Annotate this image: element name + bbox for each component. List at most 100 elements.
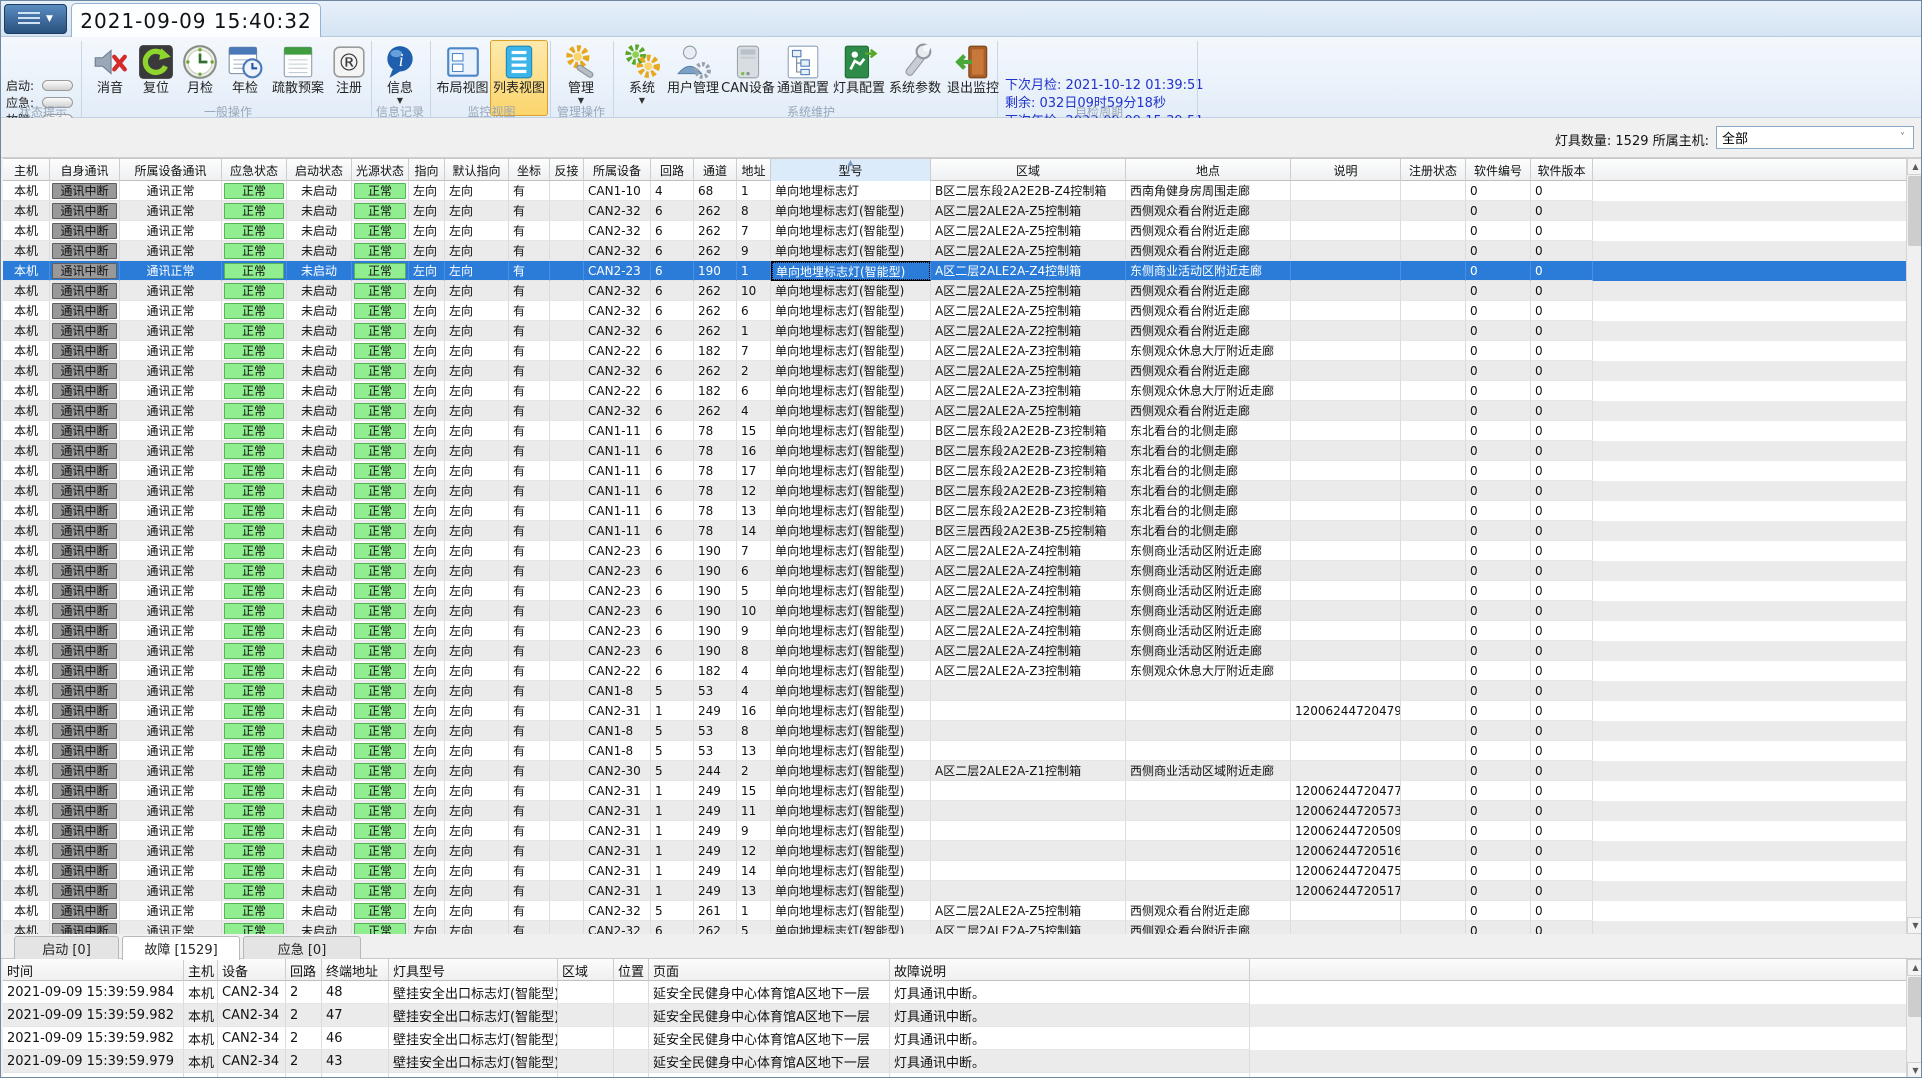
table-row[interactable]: 本机 通讯中断 通讯正常 正常 未启动 正常 左向 左向有 CAN2-23 6 190 1 单向地埋标志… [3, 261, 1907, 281]
table-row[interactable]: 本机 通讯中断 通讯正常 正常 未启动 正常 左向 左向有 CAN2-23 6 190 10 单向地埋标… [3, 601, 1907, 621]
fault-column-header-taddr[interactable]: 终端地址 [322, 959, 389, 981]
table-row[interactable]: 本机 通讯中断 通讯正常 正常 未启动 正常 左向 左向有 CAN1-8 5 53 13 单向地埋标志灯… [3, 741, 1907, 761]
table-row[interactable]: 本机 通讯中断 通讯正常 正常 未启动 正常 左向 左向有 CAN2-32 6 262 4 单向地埋标志… [3, 401, 1907, 421]
table-row[interactable]: 本机 通讯中断 通讯正常 正常 未启动 正常 左向 左向有 CAN2-23 6 190 7 单向地埋标志… [3, 541, 1907, 561]
cell-dir: 左向 [409, 741, 445, 761]
table-row[interactable]: 本机 通讯中断 通讯正常 正常 未启动 正常 左向 左向有 CAN2-30 5 244 2 单向地埋标志… [3, 761, 1907, 781]
column-header-comm_dev[interactable]: 所属设备通讯 [120, 159, 222, 181]
column-header-ch[interactable]: 通道 [694, 159, 737, 181]
scroll-up-icon[interactable]: ▲ [1907, 959, 1921, 976]
column-header-start[interactable]: 启动状态 [287, 159, 352, 181]
table-row[interactable]: 本机 通讯中断 通讯正常 正常 未启动 正常 左向 左向有 CAN2-31 1 249 13 单向地埋标… [3, 881, 1907, 901]
column-header-dir[interactable]: 指向 [409, 159, 445, 181]
fault-column-header-time[interactable]: 时间 [3, 959, 184, 981]
table-row[interactable]: 本机 通讯中断 通讯正常 正常 未启动 正常 左向 左向有 CAN2-32 6 262 9 单向地埋标志… [3, 241, 1907, 261]
fault-row[interactable]: 2021-09-09 15:39:59.978本机CAN2-34242壁挂安全出… [3, 1073, 1907, 1077]
fault-column-header-pos[interactable]: 位置 [614, 959, 649, 981]
table-row[interactable]: 本机 通讯中断 通讯正常 正常 未启动 正常 左向 左向有 CAN2-23 6 190 9 单向地埋标志… [3, 621, 1907, 641]
fault-row[interactable]: 2021-09-09 15:39:59.982 本机 CAN2-34 2 46 壁挂安全出… [3, 1027, 1907, 1050]
table-row[interactable]: 本机 通讯中断 通讯正常 正常 未启动 正常 左向 左向有 CAN2-31 1 249 11 单向地埋标… [3, 801, 1907, 821]
table-row[interactable]: 本机 通讯中断 通讯正常 正常 未启动 正常 左向 左向有 CAN2-22 6 182 6 单向地埋标志… [3, 381, 1907, 401]
column-header-coord[interactable]: 坐标 [509, 159, 550, 181]
column-header-dir_def[interactable]: 默认指向 [445, 159, 509, 181]
table-row[interactable]: 本机 通讯中断 通讯正常 正常 未启动 正常 左向 左向有 CAN2-31 1 249 16 单向地埋标… [3, 701, 1907, 721]
fault-cell-loop: 2 [286, 981, 322, 1004]
fault-column-header-page[interactable]: 页面 [649, 959, 890, 981]
table-row[interactable]: 本机 通讯中断 通讯正常 正常 未启动 正常 左向 左向有 CAN2-32 6 262 6 单向地埋标志… [3, 301, 1907, 321]
table-row[interactable]: 本机 通讯中断 通讯正常 正常 未启动 正常 左向 左向有 CAN2-31 1 249 12 单向地埋标… [3, 841, 1907, 861]
table-row[interactable]: 本机 通讯中断 通讯正常 正常 未启动 正常 左向 左向有 CAN2-32 6 262 1 单向地埋标志… [3, 321, 1907, 341]
table-row[interactable]: 本机 通讯中断 通讯正常 正常 未启动 正常 左向 左向有 CAN2-32 6 262 7 单向地埋标志… [3, 221, 1907, 241]
column-header-area[interactable]: 区域 [931, 159, 1126, 181]
host-select[interactable]: 全部 ˅ [1716, 126, 1914, 149]
cell-light: 正常 [352, 401, 409, 421]
table-row[interactable]: 本机 通讯中断 通讯正常 正常 未启动 正常 左向 左向有 CAN2-31 1 249 9 单向地埋标志… [3, 821, 1907, 841]
fault-column-header-fault[interactable]: 故障说明 [890, 959, 1250, 981]
scroll-up-icon[interactable]: ▲ [1907, 158, 1921, 175]
column-header-loc[interactable]: 地点 [1126, 159, 1291, 181]
main-scrollbar[interactable]: ▲ ▼ [1906, 158, 1921, 934]
table-row[interactable]: 本机 通讯中断 通讯正常 正常 未启动 正常 左向 左向有 CAN1-8 5 53 8 单向地埋标志灯(… [3, 721, 1907, 741]
table-row[interactable]: 本机 通讯中断 通讯正常 正常 未启动 正常 左向 左向有 CAN2-32 5 261 1 单向地埋标志… [3, 901, 1907, 921]
fault-row[interactable]: 2021-09-09 15:39:59.984 本机 CAN2-34 2 48 壁挂安全出… [3, 981, 1907, 1004]
table-row[interactable]: 本机 通讯中断 通讯正常 正常 未启动 正常 左向 左向有 CAN1-11 6 78 14 单向地埋标志… [3, 521, 1907, 541]
column-header-note[interactable]: 说明 [1291, 159, 1401, 181]
table-row[interactable]: 本机 通讯中断 通讯正常 正常 未启动 正常 左向 左向有 CAN2-22 6 182 7 单向地埋标志… [3, 341, 1907, 361]
table-row[interactable]: 本机 通讯中断 通讯正常 正常 未启动 正常 左向 左向有 CAN2-31 1 249 14 单向地埋标… [3, 861, 1907, 881]
fault-row[interactable]: 2021-09-09 15:39:59.982 本机 CAN2-34 2 47 壁挂安全出… [3, 1004, 1907, 1027]
column-header-reg[interactable]: 注册状态 [1401, 159, 1466, 181]
scrollbar-thumb[interactable] [1908, 977, 1921, 1017]
column-header-comm_self[interactable]: 自身通讯 [50, 159, 120, 181]
cell-light: 正常 [352, 921, 409, 934]
column-header-host[interactable]: 主机 [3, 159, 50, 181]
tab-fault[interactable]: 故障 [1529] [122, 936, 240, 960]
cell-emergency: 正常 [222, 181, 287, 201]
column-header-light[interactable]: 光源状态 [352, 159, 409, 181]
table-row[interactable]: 本机 通讯中断 通讯正常 正常 未启动 正常 左向 左向有 CAN2-32 6 262 5 单向地埋标志… [3, 921, 1907, 934]
fault-column-header-model[interactable]: 灯具型号 [389, 959, 558, 981]
table-row[interactable]: 本机 通讯中断 通讯正常 正常 未启动 正常 左向 左向有 CAN2-32 6 262 2 单向地埋标志… [3, 361, 1907, 381]
column-header-model[interactable]: 型号 ▲ [771, 159, 931, 181]
tab-start[interactable]: 启动 [0] [14, 936, 119, 959]
cell-dir_def: 左向 [445, 541, 509, 561]
scroll-down-icon[interactable]: ▼ [1907, 1062, 1921, 1077]
table-row[interactable]: 本机 通讯中断 通讯正常 正常 未启动 正常 左向 左向有 CAN1-11 6 78 15 单向地埋标志… [3, 421, 1907, 441]
table-row[interactable]: 本机 通讯中断 通讯正常 正常 未启动 正常 左向 左向有 CAN1-11 6 78 12 单向地埋标志… [3, 481, 1907, 501]
fault-cell-loop: 2 [286, 1050, 322, 1073]
fault-column-header-dev[interactable]: 设备 [218, 959, 286, 981]
table-row[interactable]: 本机 通讯中断 通讯正常 正常 未启动 正常 左向 左向有 CAN2-32 6 262 10 单向地埋标… [3, 281, 1907, 301]
table-row[interactable]: 本机 通讯中断 通讯正常 正常 未启动 正常 左向 左向有 CAN1-10 4 68 1 单向地埋标志灯… [3, 181, 1907, 201]
cell-reg [1401, 781, 1466, 801]
fault-column-header-host[interactable]: 主机 [184, 959, 218, 981]
column-header-dev[interactable]: 所属设备 [584, 159, 651, 181]
table-row[interactable]: 本机 通讯中断 通讯正常 正常 未启动 正常 左向 左向有 CAN2-23 6 190 5 单向地埋标志… [3, 581, 1907, 601]
table-row[interactable]: 本机 通讯中断 通讯正常 正常 未启动 正常 左向 左向有 CAN1-8 5 53 4 单向地埋标志灯(… [3, 681, 1907, 701]
column-header-sw_no[interactable]: 软件编号 [1466, 159, 1531, 181]
table-row[interactable]: 本机 通讯中断 通讯正常 正常 未启动 正常 左向 左向有 CAN2-31 1 249 15 单向地埋标… [3, 781, 1907, 801]
cell-ch: 190 [694, 581, 737, 601]
scroll-down-icon[interactable]: ▼ [1907, 917, 1921, 934]
main-menu-button[interactable]: ▼ [4, 4, 67, 34]
fault-scrollbar[interactable]: ▲ ▼ [1906, 959, 1921, 1077]
column-header-emergency[interactable]: 应急状态 [222, 159, 287, 181]
fault-row[interactable]: 2021-09-09 15:39:59.979 本机 CAN2-34 2 43 壁挂安全出… [3, 1050, 1907, 1073]
table-row[interactable]: 本机 通讯中断 通讯正常 正常 未启动 正常 左向 左向有 CAN1-11 6 78 17 单向地埋标志… [3, 461, 1907, 481]
table-row[interactable]: 本机 通讯中断 通讯正常 正常 未启动 正常 左向 左向有 CAN2-22 6 182 4 单向地埋标志… [3, 661, 1907, 681]
scrollbar-thumb[interactable] [1908, 176, 1921, 246]
column-header-loop[interactable]: 回路 [651, 159, 694, 181]
column-header-rev[interactable]: 反接 [550, 159, 584, 181]
cell-dev: CAN2-32 [584, 361, 651, 381]
fault-column-header-area[interactable]: 区域 [558, 959, 614, 981]
table-row[interactable]: 本机 通讯中断 通讯正常 正常 未启动 正常 左向 左向有 CAN2-23 6 190 6 单向地埋标志… [3, 561, 1907, 581]
table-row[interactable]: 本机 通讯中断 通讯正常 正常 未启动 正常 左向 左向有 CAN1-11 6 78 16 单向地埋标志… [3, 441, 1907, 461]
column-header-sw_ver[interactable]: 软件版本 [1531, 159, 1593, 181]
ok-status-badge: 正常 [224, 262, 284, 279]
tab-emergency[interactable]: 应急 [0] [243, 936, 361, 959]
table-row[interactable]: 本机 通讯中断 通讯正常 正常 未启动 正常 左向 左向有 CAN1-11 6 78 13 单向地埋标志… [3, 501, 1907, 521]
table-row[interactable]: 本机 通讯中断 通讯正常 正常 未启动 正常 左向 左向有 CAN2-23 6 190 8 单向地埋标志… [3, 641, 1907, 661]
fault-column-header-loop[interactable]: 回路 [286, 959, 322, 981]
table-row[interactable]: 本机 通讯中断 通讯正常 正常 未启动 正常 左向 左向有 CAN2-32 6 262 8 单向地埋标志… [3, 201, 1907, 221]
column-header-addr[interactable]: 地址 [737, 159, 771, 181]
cell-sw_ver: 0 [1531, 721, 1593, 741]
comm-status-badge: 通讯中断 [52, 182, 117, 199]
